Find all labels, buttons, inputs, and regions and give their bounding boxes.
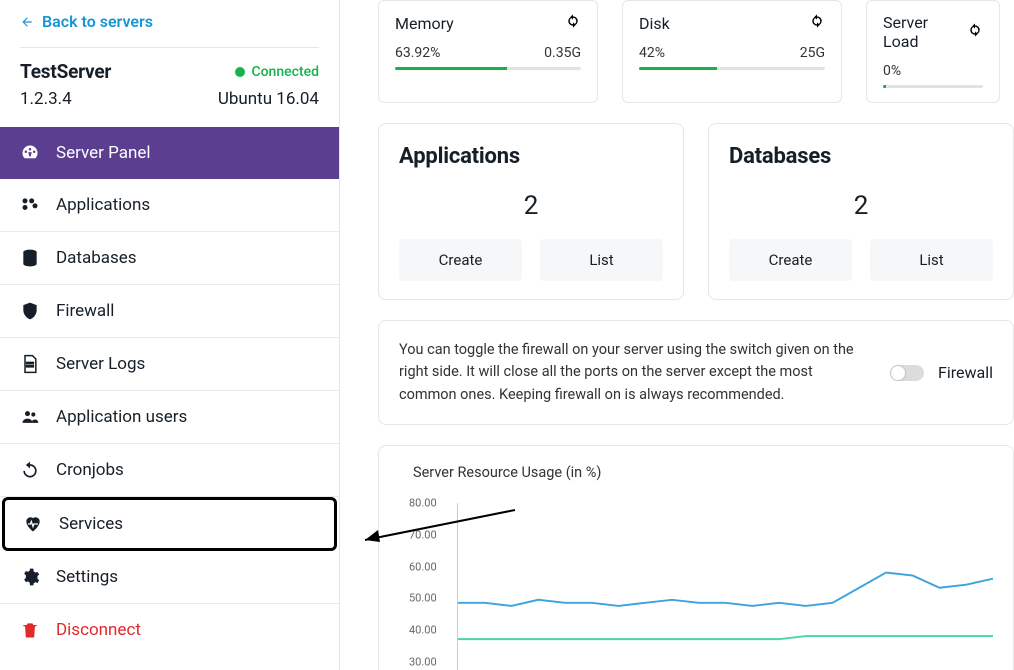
refresh-icon[interactable] [565, 13, 581, 33]
stat-bar [639, 67, 825, 70]
arrow-left-icon [20, 15, 34, 29]
sidebar-item-label: Application users [56, 407, 187, 427]
chart-panel: Server Resource Usage (in %) 80.00 70.00 6… [378, 445, 1014, 670]
status-text: Connected [251, 64, 319, 80]
list-button[interactable]: List [870, 239, 993, 281]
sidebar-item-label: Server Logs [56, 354, 145, 374]
sidebar-item-server-panel[interactable]: Server Panel [0, 127, 339, 179]
sidebar-item-label: Firewall [56, 301, 114, 321]
sidebar-item-server-logs[interactable]: Server Logs [0, 338, 339, 391]
sidebar-item-settings[interactable]: Settings [0, 551, 339, 604]
chart-ytick: 60.00 [409, 560, 437, 573]
chart-ytick: 80.00 [409, 497, 437, 510]
card-title: Applications [399, 144, 663, 169]
sidebar-item-databases[interactable]: Databases [0, 232, 339, 285]
stat-pct: 42% [639, 45, 665, 61]
sidebar-item-label: Databases [56, 248, 137, 268]
status-dot-icon [235, 67, 245, 77]
stat-label: Server Load [883, 13, 967, 51]
file-icon [20, 354, 40, 374]
stat-label: Disk [639, 14, 670, 33]
dashboard-icon [20, 143, 40, 163]
card-count: 2 [729, 191, 993, 221]
firewall-description: You can toggle the firewall on your serv… [399, 339, 859, 406]
chart-plot [457, 503, 993, 670]
create-button[interactable]: Create [399, 239, 522, 281]
sidebar-item-label: Server Panel [56, 143, 151, 163]
stat-pct: 0% [883, 63, 901, 79]
sidebar-item-firewall[interactable]: Firewall [0, 285, 339, 338]
back-to-servers-link[interactable]: Back to servers [0, 0, 339, 39]
connection-status: Connected [235, 64, 319, 80]
stat-bar [883, 85, 983, 88]
card-title: Databases [729, 144, 993, 169]
chart-series-seriesB [458, 636, 993, 639]
server-info: TestServer Connected 1.2.3.4 Ubuntu 16.0… [0, 60, 339, 127]
stat-memory: Memory 63.92% 0.35G [378, 0, 598, 103]
card-databases: Databases 2 Create List [708, 123, 1014, 300]
refresh-icon[interactable] [967, 22, 983, 42]
stat-disk: Disk 42% 25G [622, 0, 842, 103]
sidebar-item-label: Applications [56, 195, 150, 215]
stat-val: 0.35G [544, 45, 581, 61]
users-icon [20, 407, 40, 427]
server-ip: 1.2.3.4 [20, 89, 72, 109]
sidebar-item-services[interactable]: Services [2, 497, 337, 551]
refresh-icon[interactable] [809, 13, 825, 33]
trash-icon [20, 620, 40, 640]
sidebar-item-disconnect[interactable]: Disconnect [0, 604, 339, 656]
server-os: Ubuntu 16.04 [218, 89, 319, 109]
stat-val: 25G [800, 45, 825, 61]
stat-label: Memory [395, 14, 454, 33]
sidebar-item-label: Disconnect [56, 620, 141, 640]
firewall-panel: You can toggle the firewall on your serv… [378, 320, 1014, 425]
chart-ytick: 30.00 [409, 655, 437, 668]
sidebar-item-label: Settings [56, 567, 118, 587]
sidebar-item-label: Cronjobs [56, 460, 124, 480]
redo-icon [20, 460, 40, 480]
chart-title: Server Resource Usage (in %) [413, 464, 993, 481]
chart-ytick: 50.00 [409, 592, 437, 605]
divider [20, 47, 319, 48]
sidebar-item-applications[interactable]: Applications [0, 179, 339, 232]
create-button[interactable]: Create [729, 239, 852, 281]
sidebar-item-cronjobs[interactable]: Cronjobs [0, 444, 339, 497]
list-button[interactable]: List [540, 239, 663, 281]
card-applications: Applications 2 Create List [378, 123, 684, 300]
shield-icon [20, 301, 40, 321]
sidebar-item-label: Services [59, 514, 123, 534]
database-icon [20, 248, 40, 268]
chart-ytick: 70.00 [409, 529, 437, 542]
back-label: Back to servers [42, 12, 153, 31]
sidebar-item-application-users[interactable]: Application users [0, 391, 339, 444]
gear-icon [20, 567, 40, 587]
apps-icon [20, 195, 40, 215]
chart-ytick: 40.00 [409, 624, 437, 637]
heartbeat-icon [23, 514, 43, 534]
stat-bar [395, 67, 581, 70]
card-count: 2 [399, 191, 663, 221]
firewall-toggle[interactable] [890, 365, 924, 381]
chart-series-seriesA [458, 573, 993, 606]
stat-server-load: Server Load 0% [866, 0, 1000, 103]
firewall-label: Firewall [938, 363, 993, 382]
stat-pct: 63.92% [395, 45, 440, 61]
server-name: TestServer [20, 60, 111, 83]
